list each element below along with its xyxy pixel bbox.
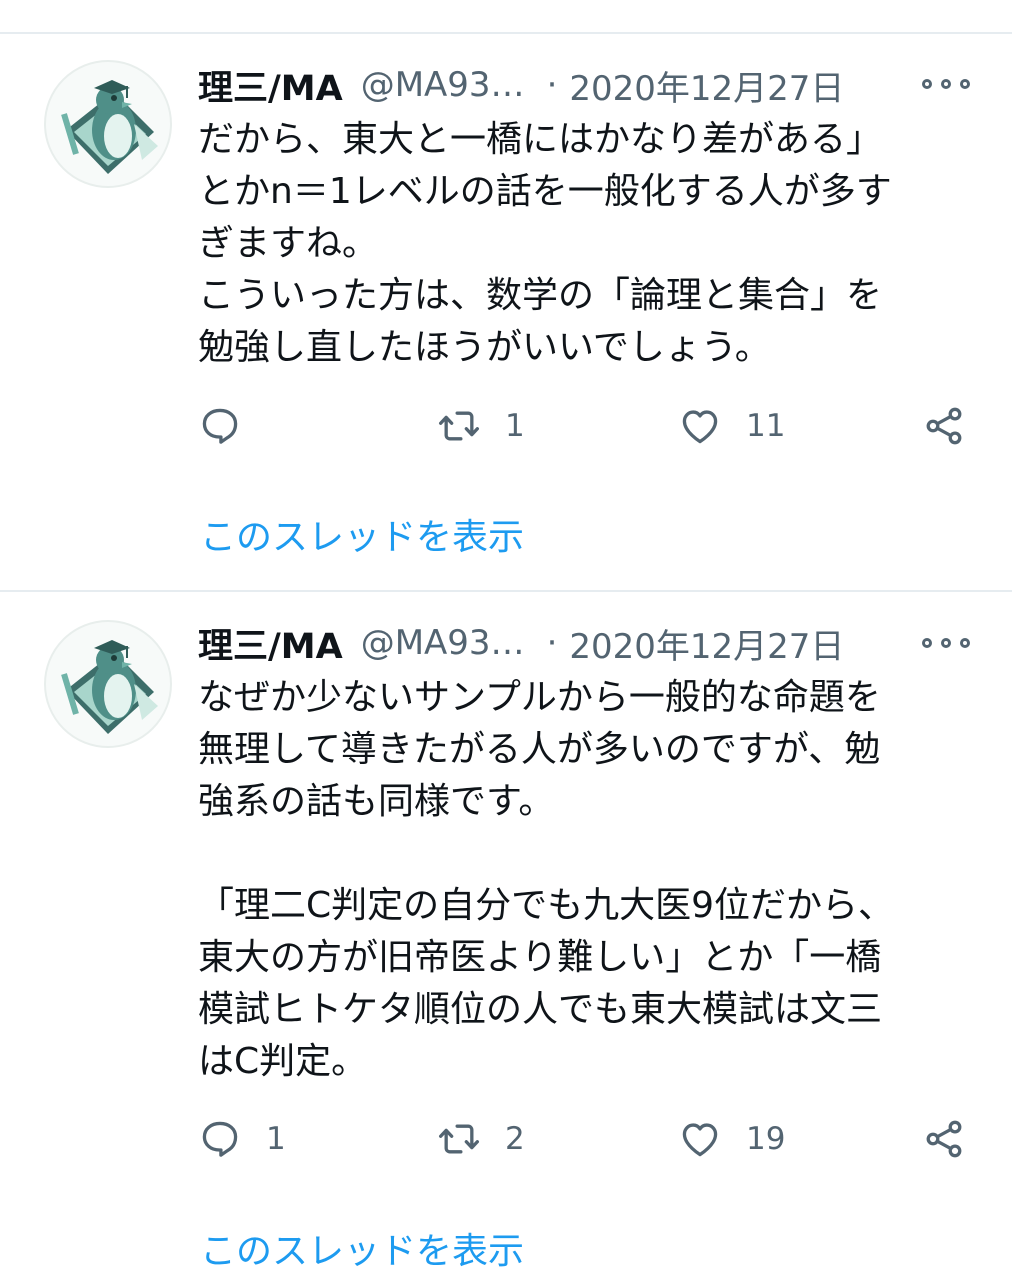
penguin-avatar-icon bbox=[61, 640, 158, 734]
tweet-text-line: だから、東大と一橋にはかなり差がある」 bbox=[198, 119, 883, 160]
show-thread-link[interactable]: このスレッドを表示 bbox=[200, 508, 524, 560]
author-handle[interactable]: @MA93… bbox=[361, 623, 525, 663]
like-count: 19 bbox=[746, 1121, 786, 1157]
tweet-text-line: 東大の方が旧帝医より難しい」とか「一橋 bbox=[198, 937, 882, 978]
tweet-text-line: 強系の話も同様です。 bbox=[198, 781, 555, 822]
avatar[interactable] bbox=[44, 60, 172, 188]
heart-icon bbox=[682, 410, 718, 444]
reply-bubble-icon bbox=[202, 408, 238, 444]
reply-button[interactable] bbox=[198, 401, 266, 451]
show-thread-link[interactable]: このスレッドを表示 bbox=[200, 1222, 524, 1274]
reply-count: 1 bbox=[266, 1121, 286, 1157]
tweet-text-line: 「理二C判定の自分でも九大医9位だから、 bbox=[198, 885, 895, 926]
reply-bubble-icon bbox=[202, 1121, 238, 1157]
like-button[interactable]: 19 bbox=[678, 1114, 785, 1164]
tweet-text-line: なぜか少ないサンプルから一般的な命題を bbox=[198, 677, 881, 718]
share-button[interactable] bbox=[922, 1114, 966, 1164]
retweet-arrows-icon bbox=[439, 1124, 479, 1154]
tweet-header: 理三/MA @MA93… · 2020年12月27日 bbox=[198, 60, 844, 110]
retweet-arrows-icon bbox=[439, 411, 479, 441]
penguin-avatar-icon bbox=[61, 80, 158, 174]
tweet-text: だから、東大と一橋にはかなり差がある」 とかn＝1レベルの話を一般化する人が多す… bbox=[198, 114, 968, 374]
tweet-text-line: こういった方は、数学の「論理と集合」を bbox=[198, 275, 883, 316]
separator-dot: · bbox=[546, 65, 558, 105]
author-name[interactable]: 理三/MA bbox=[198, 618, 343, 669]
reply-button[interactable]: 1 bbox=[198, 1114, 286, 1164]
tweet[interactable]: 理三/MA @MA93… · 2020年12月27日 だから、東大と一橋にはかな… bbox=[0, 0, 1012, 590]
more-dots-icon[interactable] bbox=[922, 74, 970, 94]
tweet-text-line: 無理して導きたがる人が多いのですが、勉 bbox=[198, 729, 881, 770]
tweet-text-line: ぎますね。 bbox=[198, 223, 379, 264]
author-handle[interactable]: @MA93… bbox=[361, 65, 525, 105]
separator-dot: · bbox=[546, 623, 558, 663]
tweet-text-line: 模試ヒトケタ順位の人でも東大模試は文三 bbox=[198, 989, 883, 1030]
tweet-text: なぜか少ないサンプルから一般的な命題を 無理して導きたがる人が多いのですが、勉 … bbox=[198, 672, 968, 1088]
retweet-button[interactable]: 1 bbox=[437, 401, 525, 451]
tweet-date[interactable]: 2020年12月27日 bbox=[569, 61, 844, 110]
tweet[interactable]: 理三/MA @MA93… · 2020年12月27日 なぜか少ないサンプルから一… bbox=[0, 558, 1012, 1280]
retweet-button[interactable]: 2 bbox=[437, 1114, 525, 1164]
avatar[interactable] bbox=[44, 620, 172, 748]
tweet-date[interactable]: 2020年12月27日 bbox=[569, 619, 844, 668]
share-button[interactable] bbox=[922, 401, 966, 451]
more-dots-icon[interactable] bbox=[922, 633, 970, 653]
like-count: 11 bbox=[746, 408, 786, 444]
author-name[interactable]: 理三/MA bbox=[198, 60, 343, 111]
retweet-count: 1 bbox=[505, 408, 525, 444]
share-nodes-icon bbox=[926, 407, 962, 445]
retweet-count: 2 bbox=[505, 1121, 525, 1157]
tweet-text-line: とかn＝1レベルの話を一般化する人が多す bbox=[198, 171, 892, 212]
heart-icon bbox=[682, 1123, 718, 1157]
tweet-text-line bbox=[198, 828, 968, 880]
tweet-text-line: はC判定。 bbox=[198, 1041, 368, 1082]
tweet-text-line: 勉強し直したほうがいいでしょう。 bbox=[198, 327, 771, 368]
like-button[interactable]: 11 bbox=[678, 401, 785, 451]
tweet-header: 理三/MA @MA93… · 2020年12月27日 bbox=[198, 618, 844, 668]
share-nodes-icon bbox=[926, 1120, 962, 1158]
